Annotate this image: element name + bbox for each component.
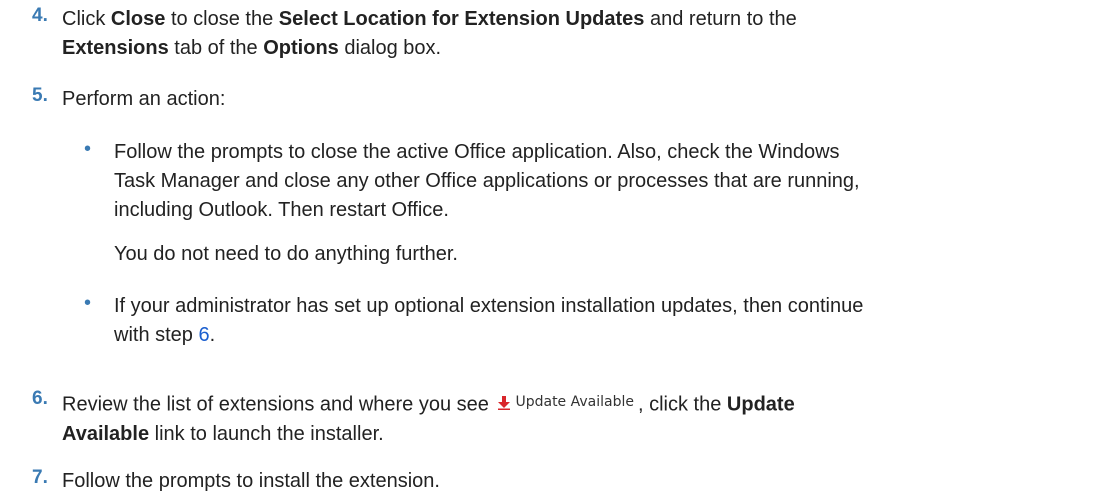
step-5: 5. Perform an action: — [32, 85, 1098, 114]
update-available-badge: Update Available — [498, 388, 634, 417]
bullet-dot: • — [84, 292, 92, 314]
close-term: Close — [110, 8, 166, 30]
update-available-term: Update — [726, 393, 795, 416]
step-text: Perform an action: — [62, 88, 226, 110]
options-name: Options — [263, 37, 339, 59]
step-4: 4. Click Close to close the Select Locat… — [32, 5, 797, 59]
step-number: 4. — [32, 5, 48, 26]
step-number: 5. — [32, 85, 48, 106]
download-arrow-icon — [498, 395, 511, 410]
step-number: 6. — [32, 388, 48, 409]
bullet-dot: • — [84, 138, 92, 160]
followup-text: You do not need to do anything further. — [114, 243, 458, 265]
step-7: 7. Follow the prompts to install the ext… — [32, 467, 1098, 496]
step-text: Click — [62, 8, 106, 30]
step-number: 7. — [32, 467, 48, 488]
step-6-link[interactable]: 6 — [199, 324, 210, 346]
step-text: Follow the prompts to install the extens… — [62, 470, 440, 492]
tab-name: Extensions — [62, 37, 169, 59]
step-6: 6. Review the list of extensions and whe… — [32, 388, 795, 445]
bullet-item: • Follow the prompts to close the active… — [84, 138, 860, 221]
bullet-item: • If your administrator has set up optio… — [84, 292, 864, 346]
badge-label: Update Available — [515, 394, 634, 410]
dialog-name: Select Location for Extension Updates — [278, 8, 645, 30]
